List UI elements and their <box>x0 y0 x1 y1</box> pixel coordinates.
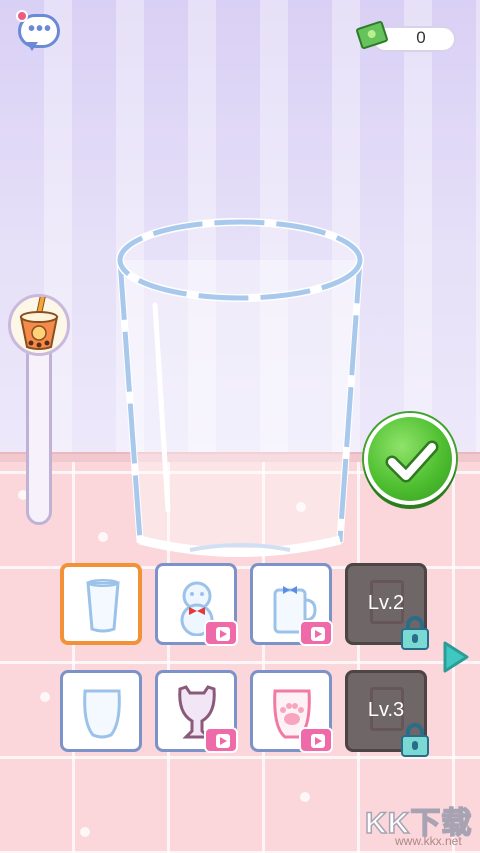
money-counter: 0 <box>355 20 456 52</box>
level-requirement: Lv.2 <box>367 592 405 614</box>
main-glass <box>100 210 380 570</box>
cup-slot-locked-lv3[interactable]: Lv.3 <box>345 670 429 757</box>
next-arrow-icon[interactable] <box>441 639 471 675</box>
play-ad-icon <box>311 734 325 748</box>
cup-slot-snowman[interactable] <box>155 563 238 646</box>
notification-dot <box>16 10 28 22</box>
cup-slot-locked-lv2[interactable]: Lv.2 <box>345 563 429 650</box>
play-ad-icon <box>216 627 230 641</box>
check-icon <box>385 440 439 483</box>
watch-ad-button[interactable] <box>204 620 238 646</box>
cup-slot-plain[interactable] <box>60 563 142 645</box>
cup-slot-cat-goblet[interactable] <box>155 670 238 753</box>
drink-target-badge[interactable] <box>8 294 70 356</box>
confirm-button[interactable] <box>364 413 456 505</box>
level-requirement: Lv.3 <box>367 699 405 721</box>
progress-meter <box>6 280 72 530</box>
lock-icon <box>400 723 430 757</box>
plain-cup-icon <box>86 579 120 633</box>
play-ad-icon <box>311 627 325 641</box>
cup-slot-jar[interactable] <box>250 563 333 646</box>
watch-ad-button[interactable] <box>299 727 333 753</box>
watch-ad-button[interactable] <box>299 620 333 646</box>
money-value: 0 <box>416 28 426 47</box>
tumbler-cup-icon <box>83 689 121 739</box>
play-ad-icon <box>216 734 230 748</box>
chat-button[interactable]: ••• <box>16 10 64 52</box>
watermark: KK下载 www.kkx.net <box>364 798 480 853</box>
watch-ad-button[interactable] <box>204 727 238 753</box>
bubble-tea-icon <box>19 294 59 350</box>
cup-slot-paw[interactable] <box>250 670 333 753</box>
lock-icon <box>400 616 430 650</box>
watermark-url: www.kkx.net <box>395 834 462 848</box>
cup-slot-tumbler[interactable] <box>60 670 142 752</box>
